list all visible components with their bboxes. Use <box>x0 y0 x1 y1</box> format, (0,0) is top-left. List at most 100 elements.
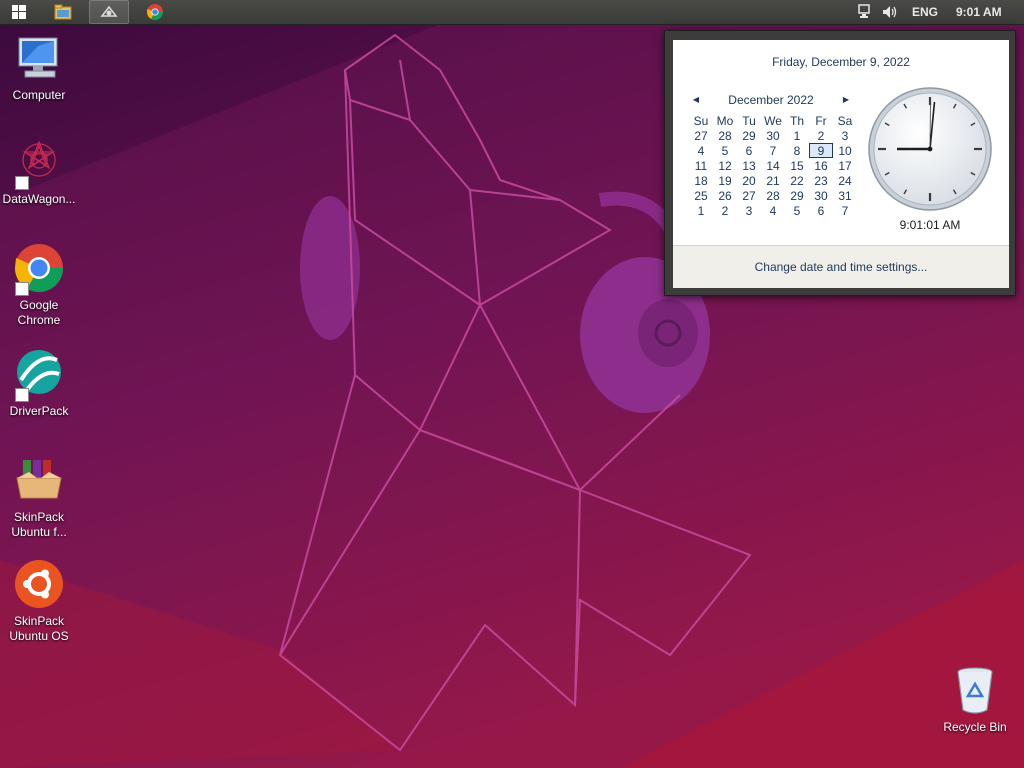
calendar-day[interactable]: 10 <box>833 143 857 158</box>
previous-month-arrow-icon[interactable]: ◀ <box>689 92 703 108</box>
calendar-day[interactable]: 19 <box>713 173 737 188</box>
calendar-day[interactable]: 3 <box>833 128 857 143</box>
calendar-day[interactable]: 27 <box>689 128 713 143</box>
desktop-icon-label: DataWagon... <box>2 192 76 206</box>
volume-icon[interactable] <box>882 0 900 24</box>
calendar-day[interactable]: 12 <box>713 158 737 173</box>
calendar-day[interactable]: 5 <box>713 143 737 158</box>
calendar-day[interactable]: 1 <box>785 128 809 143</box>
ubuntu-icon <box>13 560 65 612</box>
weekday-label: Tu <box>742 113 756 128</box>
change-date-time-settings-link[interactable]: Change date and time settings... <box>673 246 1009 288</box>
pinned-app-taskbar-button[interactable] <box>89 0 129 24</box>
calendar-day[interactable]: 21 <box>761 173 785 188</box>
calendar-day[interactable]: 1 <box>689 203 713 218</box>
calendar-day[interactable]: 24 <box>833 173 857 188</box>
calendar-day[interactable]: 29 <box>737 128 761 143</box>
desktop-icon-skinpack-ubuntu-os[interactable]: SkinPack Ubuntu OS <box>0 560 78 644</box>
full-date-header[interactable]: Friday, December 9, 2022 <box>673 55 1009 69</box>
calendar-flyout: Friday, December 9, 2022 ◀ December 2022… <box>664 30 1016 296</box>
calendar-day[interactable]: 11 <box>689 158 713 173</box>
desktop-icon-datawagon[interactable]: DataWagon... <box>0 138 78 207</box>
calendar-day[interactable]: 28 <box>713 128 737 143</box>
month-title[interactable]: December 2022 <box>703 92 839 108</box>
chrome-taskbar-button[interactable] <box>136 0 174 24</box>
calendar-day[interactable]: 3 <box>737 203 761 218</box>
chrome-icon <box>13 244 65 296</box>
calendar-day[interactable]: 17 <box>833 158 857 173</box>
app-icon <box>100 5 118 17</box>
shortcut-arrow-icon <box>15 282 29 296</box>
calendar-day[interactable]: 15 <box>785 158 809 173</box>
desktop-icon-label: Computer <box>12 88 66 102</box>
calendar-day[interactable]: 7 <box>833 203 857 218</box>
calendar-week-row: 4 5 6 7 8 9 10 <box>689 143 857 158</box>
calendar-week-row: 25 26 27 28 29 30 31 <box>689 188 857 203</box>
chrome-icon <box>147 4 163 20</box>
desktop-icon-computer[interactable]: Computer <box>0 34 78 103</box>
calendar-day[interactable]: 29 <box>785 188 809 203</box>
weekday-header-row: Su Mo Tu We Th Fr Sa <box>689 113 857 128</box>
calendar-day[interactable]: 9 <box>809 143 833 158</box>
calendar-day[interactable]: 5 <box>785 203 809 218</box>
driverpack-icon <box>13 350 65 402</box>
weekday-label: Su <box>693 113 709 128</box>
skinpack-box-icon <box>13 456 65 508</box>
calendar-week-row: 27 28 29 30 1 2 3 <box>689 128 857 143</box>
weekday-label: Sa <box>837 113 853 128</box>
calendar-day[interactable]: 27 <box>737 188 761 203</box>
language-indicator[interactable]: ENG <box>912 0 938 24</box>
calendar-day[interactable]: 30 <box>809 188 833 203</box>
calendar-day[interactable]: 2 <box>713 203 737 218</box>
calendar-day[interactable]: 4 <box>689 143 713 158</box>
desktop-icon-driverpack[interactable]: DriverPack <box>0 350 78 419</box>
calendar-day[interactable]: 8 <box>785 143 809 158</box>
calendar-day[interactable]: 23 <box>809 173 833 188</box>
desktop-icon-label: Recycle Bin <box>943 720 1007 734</box>
weekday-label: Mo <box>716 113 734 128</box>
taskbar-clock[interactable]: 9:01 AM <box>956 0 1002 24</box>
desktop-icon-label: SkinPack Ubuntu OS <box>9 614 69 643</box>
weekday-label: Fr <box>815 113 827 128</box>
next-month-arrow-icon[interactable]: ▶ <box>839 92 853 108</box>
calendar-day[interactable]: 31 <box>833 188 857 203</box>
flyout-footer: Change date and time settings... <box>673 245 1009 288</box>
analog-clock <box>868 87 992 211</box>
calendar-day[interactable]: 13 <box>737 158 761 173</box>
calendar-grid: Su Mo Tu We Th Fr Sa 27 28 29 30 1 2 3 4 5 6 7 8 9 10 11 12 13… <box>689 113 857 218</box>
calendar-day[interactable]: 18 <box>689 173 713 188</box>
calendar-day[interactable]: 28 <box>761 188 785 203</box>
digital-time: 9:01:01 AM <box>899 218 961 232</box>
desktop-icon-google-chrome[interactable]: Google Chrome <box>0 244 78 328</box>
file-explorer-taskbar-button[interactable] <box>44 0 82 24</box>
calendar-day[interactable]: 7 <box>761 143 785 158</box>
windows-logo-icon <box>12 5 26 19</box>
desktop-icon-label: SkinPack Ubuntu f... <box>11 510 67 539</box>
month-navigation: ◀ December 2022 ▶ <box>689 92 853 108</box>
calendar-day[interactable]: 20 <box>737 173 761 188</box>
datawagon-icon <box>13 138 65 190</box>
weekday-label: We <box>764 113 782 128</box>
calendar-day[interactable]: 2 <box>809 128 833 143</box>
calendar-day[interactable]: 30 <box>761 128 785 143</box>
desktop-icon-recycle-bin[interactable]: Recycle Bin <box>936 666 1014 735</box>
calendar-week-row: 1234567 <box>689 203 857 218</box>
calendar-day[interactable]: 22 <box>785 173 809 188</box>
calendar-panel: Friday, December 9, 2022 ◀ December 2022… <box>673 40 1009 288</box>
desktop-icon-skinpack-ubuntu-f[interactable]: SkinPack Ubuntu f... <box>0 456 78 540</box>
calendar-day[interactable]: 4 <box>761 203 785 218</box>
desktop-icon-label: DriverPack <box>9 404 69 418</box>
taskbar: ENG 9:01 AM <box>0 0 1024 25</box>
calendar-day[interactable]: 25 <box>689 188 713 203</box>
calendar-day[interactable]: 6 <box>737 143 761 158</box>
start-button[interactable] <box>0 0 38 24</box>
calendar-week-row: 11 12 13 14 15 16 17 <box>689 158 857 173</box>
shortcut-arrow-icon <box>15 388 29 402</box>
network-icon[interactable] <box>858 0 876 24</box>
calendar-week-row: 18 19 20 21 22 23 24 <box>689 173 857 188</box>
calendar-day[interactable]: 14 <box>761 158 785 173</box>
calendar-day[interactable]: 26 <box>713 188 737 203</box>
calendar-day[interactable]: 16 <box>809 158 833 173</box>
calendar-day[interactable]: 6 <box>809 203 833 218</box>
weekday-label: Th <box>789 113 804 128</box>
